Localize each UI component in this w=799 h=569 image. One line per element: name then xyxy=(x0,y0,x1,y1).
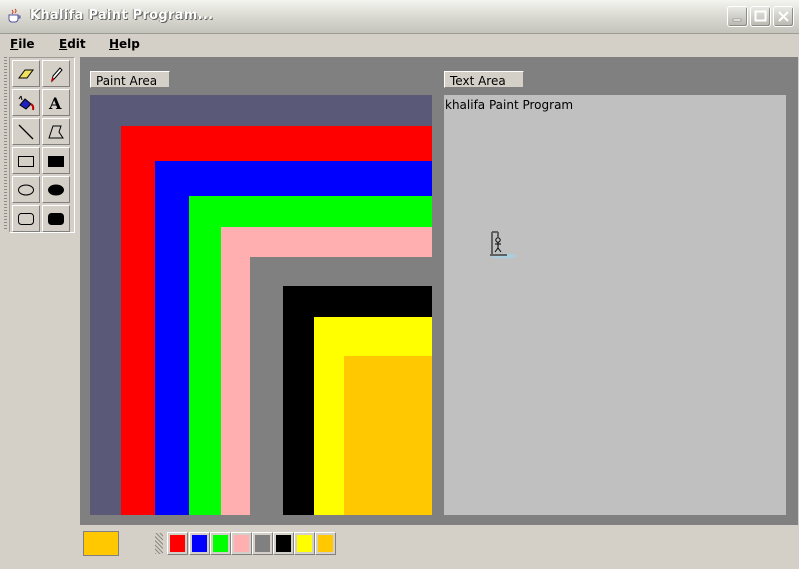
swatch-blue[interactable] xyxy=(189,532,210,555)
swatch-blue-fill xyxy=(192,535,207,552)
line-icon xyxy=(18,124,34,140)
text-area[interactable]: khalifa Paint Program xyxy=(444,95,786,515)
busy-cursor-icon xyxy=(490,231,516,259)
swatch-green-fill xyxy=(213,535,228,552)
line-tool-button[interactable] xyxy=(12,118,40,145)
app-window: Khalifa Paint Program... File Edit Help … xyxy=(0,0,799,569)
polygon-icon xyxy=(48,125,64,139)
filled-rectangle-tool-button[interactable] xyxy=(42,147,70,174)
minimize-button[interactable] xyxy=(727,6,748,27)
status-bar xyxy=(0,527,799,569)
rectangle-tool-button[interactable] xyxy=(12,147,40,174)
swatch-gray[interactable] xyxy=(252,532,273,555)
swatch-pink-fill xyxy=(234,535,249,552)
rectangle-icon xyxy=(18,156,34,167)
swatch-green[interactable] xyxy=(210,532,231,555)
rounded-rectangle-icon xyxy=(18,213,34,225)
rounded-rectangle-tool-button[interactable] xyxy=(12,205,40,232)
swatch-yellow-fill xyxy=(297,535,312,552)
fill-tool-button[interactable] xyxy=(12,89,40,116)
polygon-tool-button[interactable] xyxy=(42,118,70,145)
tool-palette: A xyxy=(9,57,75,233)
maximize-button[interactable] xyxy=(750,6,771,27)
pencil-tool-button[interactable] xyxy=(42,60,70,87)
swatch-yellow[interactable] xyxy=(294,532,315,555)
menu-edit-mnemonic: E xyxy=(59,37,68,51)
swatch-orange-fill xyxy=(318,535,333,552)
paint-canvas[interactable] xyxy=(90,95,432,515)
fill-icon xyxy=(18,95,35,111)
menu-edit[interactable]: Edit xyxy=(59,37,86,51)
minimize-icon xyxy=(732,18,742,22)
swatch-red[interactable] xyxy=(167,532,188,555)
paint-area-label: Paint Area xyxy=(90,71,170,88)
filled-oval-tool-button[interactable] xyxy=(42,176,70,203)
orange-rectangle xyxy=(344,356,432,515)
pencil-icon xyxy=(51,67,63,83)
swatch-gray-fill xyxy=(255,535,270,552)
menu-help-label: elp xyxy=(119,37,140,51)
svg-text:A: A xyxy=(48,94,62,113)
swatch-black[interactable] xyxy=(273,532,294,555)
swatch-black-fill xyxy=(276,535,291,552)
oval-tool-button[interactable] xyxy=(12,176,40,203)
swatch-red-fill xyxy=(170,535,185,552)
text-area-content: khalifa Paint Program xyxy=(445,98,574,112)
oval-icon xyxy=(18,184,34,196)
java-cup-icon xyxy=(8,8,21,23)
swatch-orange[interactable] xyxy=(315,532,336,555)
menu-file-label: ile xyxy=(18,37,35,51)
text-tool-button[interactable]: A xyxy=(42,89,70,116)
window-title: Khalifa Paint Program... xyxy=(30,8,214,23)
eraser-icon xyxy=(18,69,34,79)
menu-edit-label: dit xyxy=(67,37,86,51)
menu-file-mnemonic: F xyxy=(10,37,19,51)
close-button[interactable] xyxy=(773,6,794,27)
filled-rounded-rectangle-icon xyxy=(48,213,64,225)
filled-rectangle-icon xyxy=(48,156,64,167)
title-bar[interactable]: Khalifa Paint Program... xyxy=(0,0,799,34)
close-icon xyxy=(778,11,789,22)
menu-bar: File Edit Help xyxy=(0,34,799,54)
menu-help-mnemonic: H xyxy=(109,37,120,51)
menu-help[interactable]: Help xyxy=(109,37,140,51)
text-icon: A xyxy=(48,94,62,113)
palette-grip[interactable] xyxy=(155,533,163,554)
current-color-indicator xyxy=(83,531,119,556)
toolbar-grip[interactable] xyxy=(4,57,7,231)
eraser-tool-button[interactable] xyxy=(12,60,40,87)
filled-oval-icon xyxy=(48,184,64,196)
filled-rounded-rectangle-tool-button[interactable] xyxy=(42,205,70,232)
maximize-icon xyxy=(754,10,767,22)
swatch-pink[interactable] xyxy=(231,532,252,555)
menu-file[interactable]: File xyxy=(10,37,35,51)
text-area-label: Text Area xyxy=(444,71,524,88)
